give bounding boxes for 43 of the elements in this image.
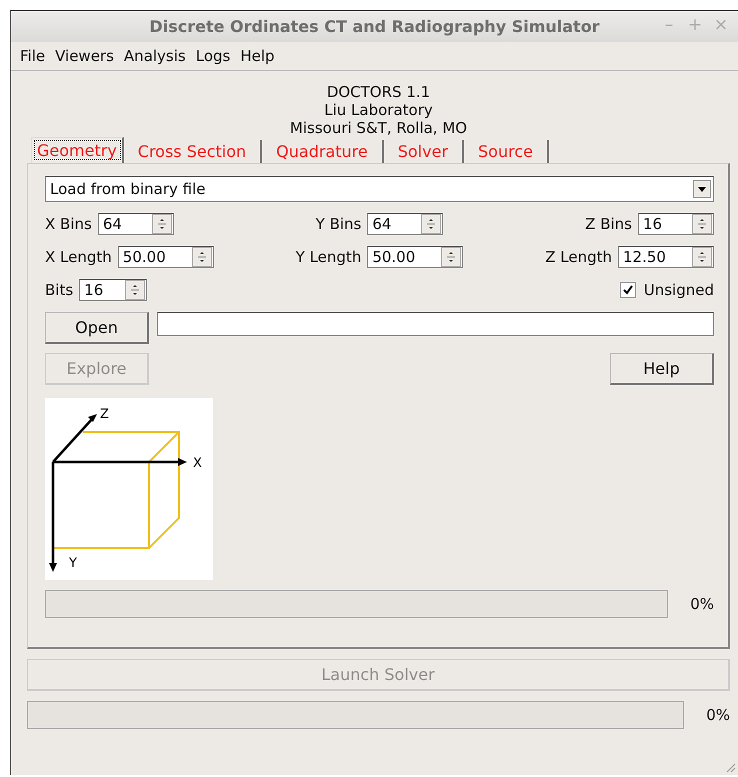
header-text: Liu Laboratory bbox=[324, 101, 433, 119]
progress-reading: 0% bbox=[690, 595, 714, 613]
axis-label: Z bbox=[100, 407, 109, 422]
spin-box[interactable]: 12.50 bbox=[618, 246, 714, 268]
field-label: Z Bins bbox=[585, 215, 632, 233]
spin-arrows-icon bbox=[692, 214, 712, 234]
checkbox[interactable] bbox=[620, 282, 636, 298]
open-button[interactable]: Open bbox=[45, 312, 149, 344]
menu-item[interactable]: Help bbox=[235, 47, 280, 65]
menu-item[interactable]: Analysis bbox=[118, 47, 191, 65]
resize-grip-icon bbox=[724, 761, 736, 773]
menu-item[interactable]: File bbox=[15, 47, 50, 65]
spin-box[interactable]: 16 bbox=[79, 279, 148, 301]
spin-box[interactable]: 50.00 bbox=[118, 246, 214, 268]
checkbox-label: Unsigned bbox=[644, 281, 714, 299]
header-text: DOCTORS 1.1 bbox=[326, 83, 430, 101]
progress-reading: 0% bbox=[706, 706, 730, 724]
help-button[interactable]: Help bbox=[610, 353, 714, 385]
axis-label: Y bbox=[69, 556, 77, 571]
spin-arrows-icon bbox=[441, 247, 462, 267]
field-label: Y Bins bbox=[316, 215, 362, 233]
source-dropdown[interactable]: Load from binary file bbox=[45, 176, 714, 202]
window-title: Discrete Ordinates CT and Radiography Simulator bbox=[149, 17, 600, 36]
menu-item[interactable]: Logs bbox=[190, 47, 236, 65]
spin-arrows-icon bbox=[125, 280, 146, 300]
axis-label: X bbox=[193, 456, 202, 471]
menu-item[interactable]: Viewers bbox=[50, 47, 119, 65]
field-label: Z Length bbox=[545, 248, 612, 266]
field-label: Bits bbox=[45, 281, 74, 299]
spin-box[interactable]: 64 bbox=[98, 213, 174, 235]
header-text: Missouri S&T, Rolla, MO bbox=[290, 119, 468, 137]
spin-arrows-icon bbox=[152, 214, 172, 234]
spin-box[interactable]: 16 bbox=[638, 213, 714, 235]
spin-arrows-icon bbox=[692, 247, 712, 267]
field-label: X Length bbox=[45, 248, 112, 266]
spin-box[interactable]: 50.00 bbox=[367, 246, 464, 268]
field-label: X Bins bbox=[45, 215, 92, 233]
tab[interactable]: Geometry bbox=[31, 137, 124, 163]
field-label: Y Length bbox=[296, 248, 362, 266]
spin-arrows-icon bbox=[421, 214, 442, 234]
file-path-field[interactable] bbox=[157, 312, 714, 336]
spin-box[interactable]: 64 bbox=[367, 213, 444, 235]
spin-arrows-icon bbox=[192, 247, 212, 267]
